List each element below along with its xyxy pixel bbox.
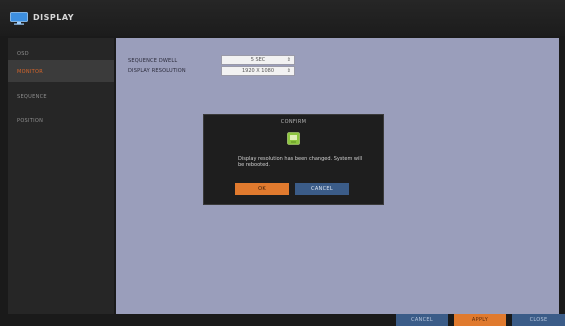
title-bar: DISPLAY [0,0,565,36]
display-resolution-value: 1920 X 1080 [241,68,275,74]
display-resolution-label: DISPLAY RESOLUTION [128,68,186,74]
spinner-arrows-icon: ⇕ [286,57,291,63]
confirm-dialog: CONFIRM Display resolution has been chan… [203,114,384,205]
sequence-dwell-label: SEQUENCE DWELL [128,58,178,64]
monitor-icon [10,12,28,25]
apply-button[interactable]: APPLY [454,314,506,326]
close-button[interactable]: CLOSE [512,314,565,326]
dialog-message: Display resolution has been changed. Sys… [238,156,363,168]
confirm-icon [287,132,300,145]
dialog-ok-button[interactable]: OK [235,183,289,195]
window-title: DISPLAY [33,13,75,22]
display-resolution-select[interactable]: 1920 X 1080 ⇕ [221,66,295,76]
sequence-dwell-value: 5 SEC [250,57,266,63]
sidebar-item-position[interactable]: POSITION [8,109,114,131]
sidebar-item-monitor[interactable]: MONITOR [8,60,114,82]
sidebar: OSD MONITOR SEQUENCE POSITION [8,38,114,314]
dialog-title: CONFIRM [280,119,307,125]
sidebar-item-sequence[interactable]: SEQUENCE [8,85,114,107]
dialog-cancel-button[interactable]: CANCEL [295,183,349,195]
spinner-arrows-icon: ⇕ [286,68,291,74]
cancel-button[interactable]: CANCEL [396,314,448,326]
sequence-dwell-select[interactable]: 5 SEC ⇕ [221,55,295,65]
